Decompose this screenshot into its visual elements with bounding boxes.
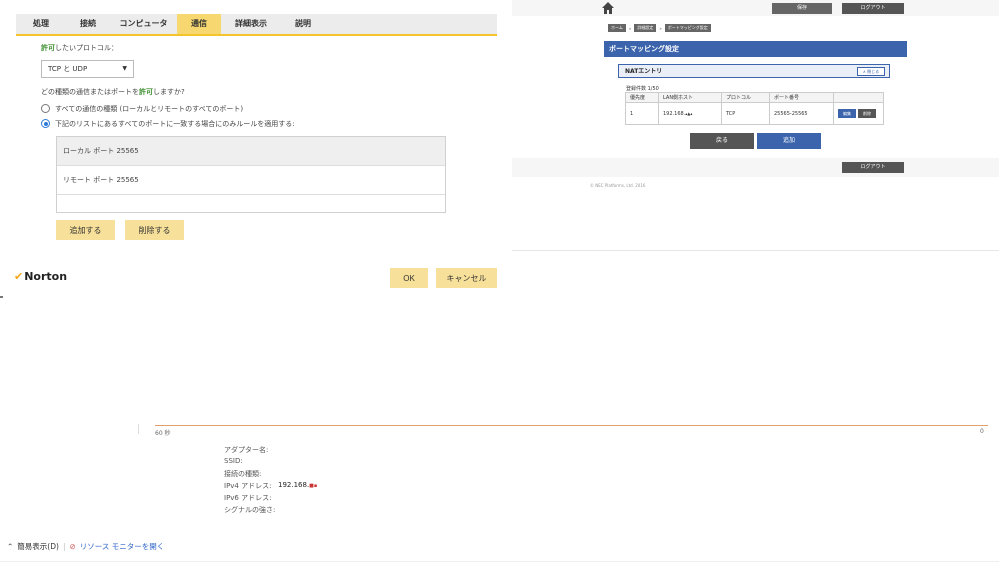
footer-separator: | [62, 542, 66, 551]
collapse-button[interactable]: ∧ 閉じる [857, 67, 885, 76]
entry-count: 登録件数 1/50 [626, 86, 659, 92]
port-list: ローカル ポート 25565 リモート ポート 25565 [56, 136, 446, 213]
ipv6-label: IPv6 アドレス: [224, 494, 272, 502]
table-row: 1 192.168.▴▲▴ TCP 25565-25565 編集 削除 [625, 102, 884, 125]
protocol-select[interactable]: TCP と UDP ▼ [41, 60, 134, 78]
cell-actions: 編集 削除 [833, 102, 884, 125]
column-header: LAN側ホスト [658, 92, 722, 103]
throughput-graph-line [155, 425, 988, 426]
graph-divider [138, 424, 139, 434]
router-bottom-bar [512, 158, 999, 177]
copyright: © NEC Platforms, Ltd. 2016 [590, 183, 646, 188]
logout-button-top[interactable]: ログアウト [842, 3, 904, 14]
resource-monitor-icon: ⊘ [69, 542, 76, 551]
checkmark-icon: ✔ [14, 270, 24, 283]
cell-host: 192.168.▴▲▴ [658, 102, 722, 125]
delete-port-button[interactable]: 削除する [125, 220, 184, 240]
chevron-down-icon: ▼ [122, 65, 127, 72]
cell-protocol: TCP [721, 102, 770, 125]
graph-axis-left-label: 60 秒 [155, 430, 171, 437]
redaction-mark: ▴▲▴ [685, 110, 693, 116]
protocol-label-rest: したいプロトコル： [55, 44, 118, 52]
protocol-select-value: TCP と UDP [48, 65, 88, 73]
breadcrumb-separator: » [659, 25, 662, 31]
window-corner [0, 296, 3, 298]
router-top-bar [512, 0, 999, 16]
column-header: ポート番号 [769, 92, 834, 103]
router-port-mapping-page: 保存 ログアウト ホーム » 詳細設定 » ポートマッピング設定 ポートマッピン… [512, 0, 999, 250]
monitor-footer: ⌃ 簡易表示(D) | ⊘ リソース モニターを開く [7, 541, 164, 552]
chevron-up-icon[interactable]: ⌃ [7, 542, 13, 551]
tab-computer[interactable]: コンピュータ [110, 14, 177, 34]
logout-button-bottom[interactable]: ログアウト [842, 162, 904, 173]
nat-entry-title: NATエントリ [625, 68, 663, 75]
column-header: 優先度 [625, 92, 659, 103]
norton-tab-bar: 処理 接続 コンピュータ 通信 詳細表示 説明 [16, 14, 497, 36]
back-button[interactable]: 戻る [690, 133, 754, 149]
adapter-name-label: アダプター名: [224, 446, 269, 454]
protocol-label-emph: 許可 [41, 44, 55, 52]
tab-details[interactable]: 詳細表示 [221, 14, 281, 34]
add-port-button[interactable]: 追加する [56, 220, 115, 240]
redaction-mark: ■▪ [309, 483, 318, 489]
table-header-row: 優先度 LAN側ホスト プロトコル ポート番号 [625, 92, 884, 103]
port-question-prefix: どの種類の通信またはポートを [41, 88, 139, 96]
signal-strength-label: シグナルの強さ: [224, 506, 276, 514]
column-header [833, 92, 884, 103]
tab-description[interactable]: 説明 [281, 14, 325, 34]
nat-entry-section: NATエントリ ∧ 閉じる [618, 64, 890, 78]
port-question-emph: 許可 [139, 88, 153, 96]
column-header: プロトコル [721, 92, 770, 103]
ssid-label: SSID: [224, 457, 243, 465]
breadcrumb-advanced[interactable]: 詳細設定 [634, 24, 657, 32]
port-list-item[interactable]: リモート ポート 25565 [57, 166, 445, 195]
ipv4-value: 192.168.■▪ [278, 481, 317, 489]
open-resource-monitor-link[interactable]: リソース モニターを開く [80, 541, 165, 552]
divider [512, 250, 999, 251]
add-entry-button[interactable]: 追加 [757, 133, 821, 149]
norton-rule-panel: 処理 接続 コンピュータ 通信 詳細表示 説明 許可したいプロトコル： TCP … [0, 0, 510, 296]
nat-table: 優先度 LAN側ホスト プロトコル ポート番号 1 192.168.▴▲▴ TC… [625, 92, 884, 125]
radio-port-list-label: 下記のリストにあるすべてのポートに一致する場合にのみルールを適用する: [55, 120, 295, 128]
cell-ports: 25565-25565 [769, 102, 834, 125]
cell-host-text: 192.168. [663, 110, 686, 117]
norton-logo: ✔Norton [14, 270, 67, 283]
port-question: どの種類の通信またはポートを許可しますか? [41, 87, 185, 97]
cell-priority: 1 [625, 102, 659, 125]
edit-button[interactable]: 編集 [838, 109, 856, 118]
protocol-label: 許可したいプロトコル： [41, 43, 118, 53]
tab-connection[interactable]: 接続 [66, 14, 110, 34]
ipv4-value-text: 192.168. [278, 481, 310, 489]
save-button[interactable]: 保存 [772, 3, 832, 14]
page-title: ポートマッピング設定 [604, 41, 907, 57]
home-icon[interactable] [601, 1, 615, 15]
breadcrumb-current: ポートマッピング設定 [664, 24, 711, 32]
cancel-button[interactable]: キャンセル [436, 268, 497, 288]
radio-all-traffic[interactable] [41, 104, 50, 113]
port-question-suffix: しますか? [153, 88, 185, 96]
port-list-item[interactable]: ローカル ポート 25565 [57, 137, 445, 166]
norton-logo-text: Norton [24, 270, 68, 283]
radio-all-traffic-label: すべての通信の種類 (ローカルとリモートのすべてのポート) [55, 105, 244, 113]
radio-port-list[interactable] [41, 119, 50, 128]
ok-button[interactable]: OK [390, 268, 428, 288]
breadcrumb-separator: » [628, 25, 632, 31]
collapse-label: 閉じる [867, 69, 880, 74]
breadcrumb-home[interactable]: ホーム [608, 24, 626, 32]
breadcrumb: ホーム » 詳細設定 » ポートマッピング設定 [608, 24, 711, 32]
tab-communication[interactable]: 通信 [177, 14, 221, 34]
ipv4-label: IPv4 アドレス: [224, 482, 272, 490]
tab-process[interactable]: 処理 [16, 14, 66, 34]
connection-type-label: 接続の種類: [224, 470, 262, 478]
simple-view-toggle[interactable]: 簡易表示(D) [17, 541, 59, 552]
delete-button[interactable]: 削除 [858, 109, 876, 118]
graph-axis-right-label: 0 [980, 428, 984, 435]
